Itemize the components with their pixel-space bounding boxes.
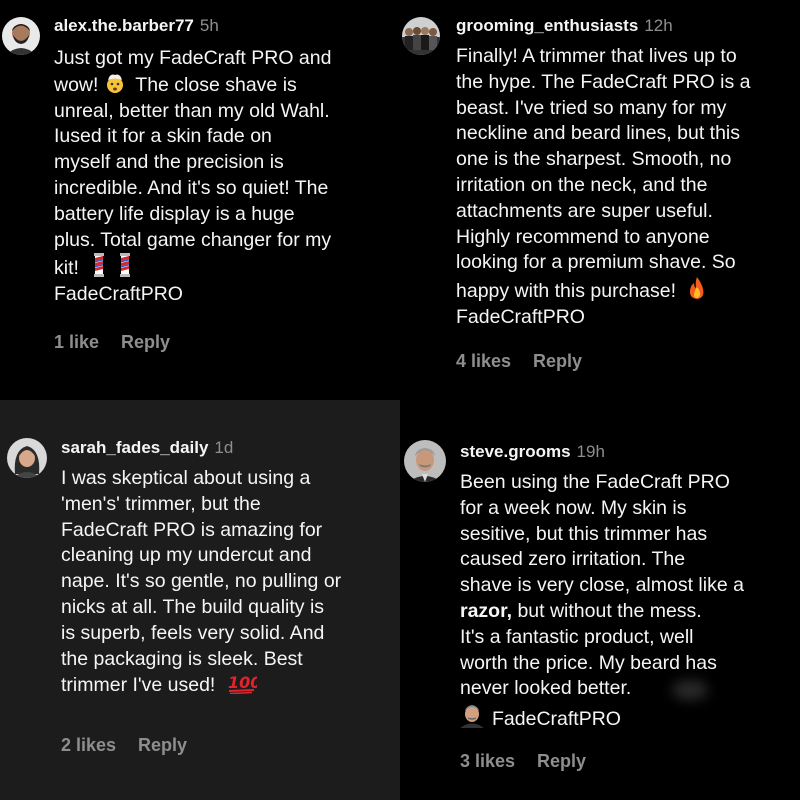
reply-button[interactable]: Reply xyxy=(537,751,586,771)
hundred-points-emoji-icon: 100 xyxy=(228,673,257,695)
comment-timestamp: 1d xyxy=(214,438,234,457)
likes-count[interactable]: 1 like xyxy=(54,332,99,352)
woman-avatar-icon xyxy=(7,438,47,478)
reply-button[interactable]: Reply xyxy=(533,351,582,371)
man-face-emoji-icon xyxy=(460,705,484,729)
comment-username[interactable]: sarah_fades_daily 1d xyxy=(61,438,233,458)
comment-text: I was skeptical about using a 'men's' tr… xyxy=(61,467,342,697)
comment-card: grooming_enthusiasts 12h Finally! A trimm… xyxy=(400,0,800,400)
man-beard-avatar-icon xyxy=(2,17,40,55)
barber-pole-emoji-icon xyxy=(94,253,105,278)
comment-actions: 4 likes Reply xyxy=(456,351,582,372)
comment-text: Just got my FadeCraft PRO and wow! The c… xyxy=(54,47,332,306)
comment-timestamp: 12h xyxy=(644,16,673,35)
fire-emoji-icon xyxy=(690,277,704,300)
comment-timestamp: 19h xyxy=(576,442,605,461)
comment-username[interactable]: steve.grooms 19h xyxy=(460,442,605,462)
avatar[interactable] xyxy=(7,438,47,478)
likes-count[interactable]: 2 likes xyxy=(61,735,116,755)
comment-timestamp: 5h xyxy=(199,16,219,35)
avatar[interactable] xyxy=(404,440,446,482)
comment-actions: 3 likes Reply xyxy=(460,751,586,772)
comment-username[interactable]: alex.the.barber77 5h xyxy=(54,16,219,36)
comment-card: sarah_fades_daily 1d I was skeptical abou… xyxy=(0,400,400,800)
comment-card: alex.the.barber77 5h Just got my FadeCraf… xyxy=(0,0,400,400)
likes-count[interactable]: 3 likes xyxy=(460,751,515,771)
likes-count[interactable]: 4 likes xyxy=(456,351,511,371)
reply-button[interactable]: Reply xyxy=(121,332,170,352)
blurred-region xyxy=(672,680,708,700)
avatar[interactable] xyxy=(402,17,440,55)
comment-username[interactable]: grooming_enthusiasts 12h xyxy=(456,16,673,36)
comment-actions: 1 like Reply xyxy=(54,332,170,353)
avatar[interactable] xyxy=(2,17,40,55)
reply-button[interactable]: Reply xyxy=(138,735,187,755)
bold-word: razor, xyxy=(460,599,513,622)
older-man-avatar-icon xyxy=(404,440,446,482)
comment-text: Finally! A trimmer that lives up to the … xyxy=(456,45,751,328)
comment-actions: 2 likes Reply xyxy=(61,735,187,756)
comment-card: steve.grooms 19h Been using the FadeCraft… xyxy=(400,400,800,800)
group-photo-avatar-icon xyxy=(402,17,440,55)
exploding-head-emoji-icon xyxy=(106,74,123,93)
barber-pole-emoji-icon xyxy=(119,253,130,278)
